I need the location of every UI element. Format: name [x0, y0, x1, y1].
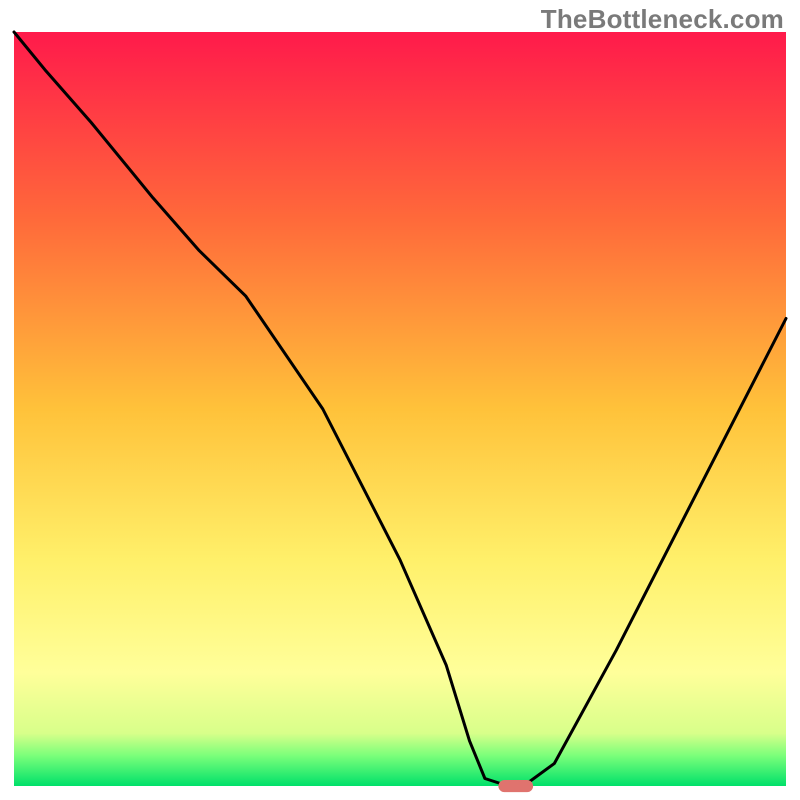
- watermark-text: TheBottleneck.com: [541, 4, 784, 35]
- target-marker: [498, 780, 533, 792]
- bottleneck-chart: TheBottleneck.com: [0, 0, 800, 800]
- chart-canvas: [0, 0, 800, 800]
- plot-background: [14, 32, 786, 786]
